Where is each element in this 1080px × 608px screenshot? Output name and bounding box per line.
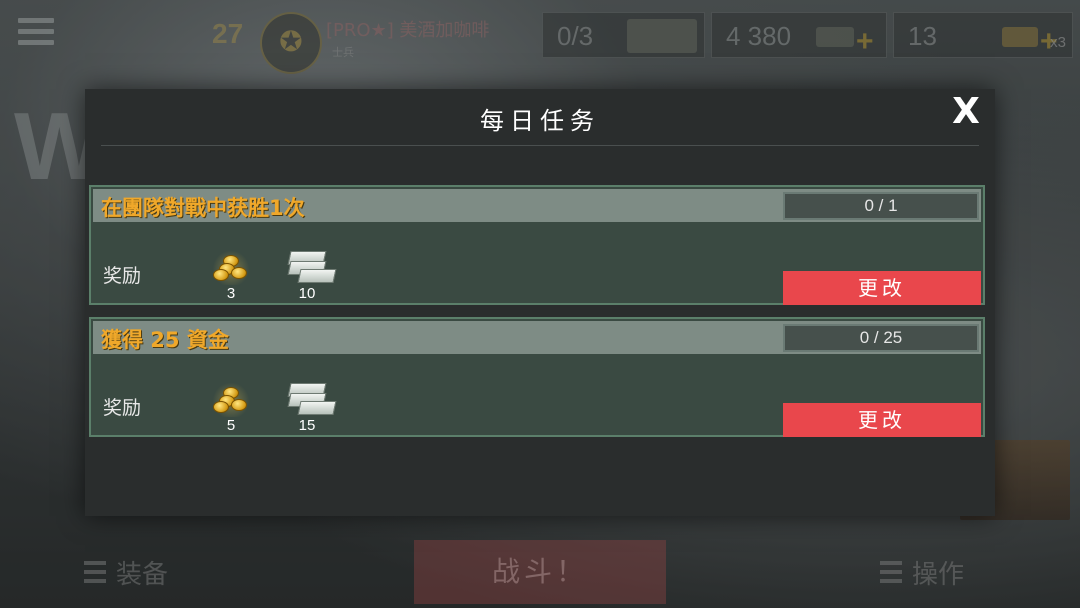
cash-stack-icon [283,381,337,419]
dialog-title: 每日任务 [480,107,600,135]
daily-tasks-dialog: 每日任务 X 在團隊對戰中获胜1次 0 / 1 奖励 3 10 更改 獲得 25… [85,89,995,516]
reward-qty: 15 [298,417,316,434]
gold-coins-icon [211,249,251,285]
title-divider [101,145,979,146]
close-icon[interactable]: X [947,93,985,131]
reward-cash: 10 [277,249,337,303]
change-task-button[interactable]: 更改 [783,271,981,305]
change-task-button[interactable]: 更改 [783,403,981,437]
task-header: 在團隊對戰中获胜1次 0 / 1 [93,189,981,222]
reward-qty: 5 [226,417,236,434]
task-header: 獲得 25 資金 0 / 25 [93,321,981,354]
reward-gold-coins: 5 [201,381,261,435]
task-name: 獲得 25 資金 [101,328,229,352]
reward-label: 奖励 [103,397,142,419]
reward-gold-coins: 3 [201,249,261,303]
task-name: 在團隊對戰中获胜1次 [101,196,305,220]
task-card: 在團隊對戰中获胜1次 0 / 1 奖励 3 10 更改 [89,185,985,305]
task-progress: 0 / 25 [783,324,979,352]
cash-stack-icon [283,249,337,287]
reward-qty: 10 [298,285,316,302]
task-card: 獲得 25 資金 0 / 25 奖励 5 15 更改 [89,317,985,437]
reward-qty: 3 [226,285,236,302]
reward-label: 奖励 [103,265,142,287]
reward-cash: 15 [277,381,337,435]
task-progress: 0 / 1 [783,192,979,220]
gold-coins-icon [211,381,251,417]
